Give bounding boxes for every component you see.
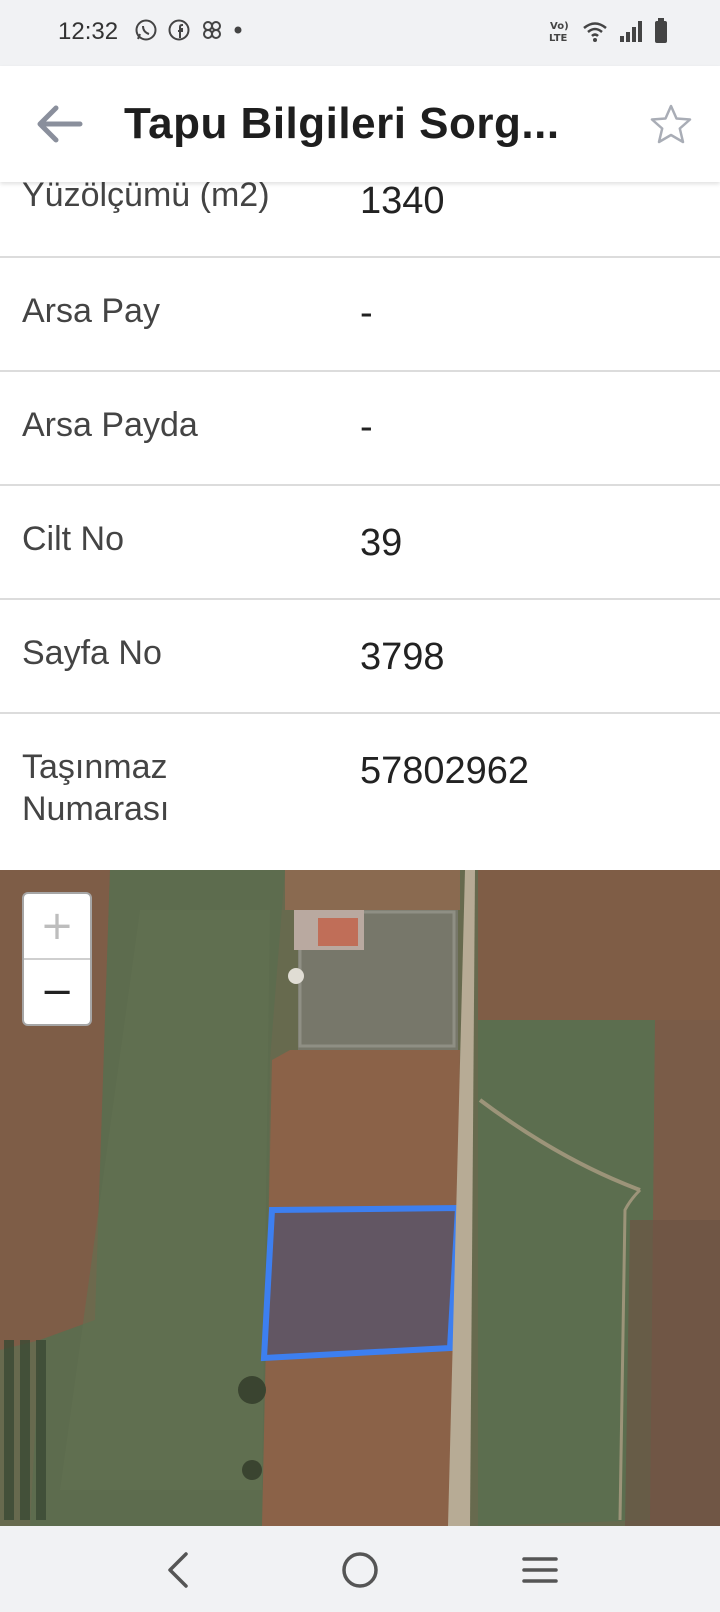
info-row-sayfa-no: Sayfa No 3798 xyxy=(0,600,720,714)
zoom-in-button[interactable]: + xyxy=(24,894,90,960)
status-bar: 12:32 Vo) LTE xyxy=(0,0,720,66)
info-label: Arsa Pay xyxy=(22,292,160,330)
battery-icon xyxy=(655,18,667,43)
pinwheel-icon xyxy=(203,21,221,39)
status-time: 12:32 xyxy=(58,18,119,45)
info-label: Sayfa No xyxy=(22,634,162,672)
info-value: 3798 xyxy=(360,636,445,678)
parcel-outline[interactable] xyxy=(260,1204,462,1362)
info-value: 39 xyxy=(360,522,403,564)
facebook-icon xyxy=(168,19,190,41)
whatsapp-icon xyxy=(135,19,157,41)
svg-text:LTE: LTE xyxy=(549,33,568,44)
info-label: Taşınmaz Numarası xyxy=(22,748,170,828)
svg-text:Vo): Vo) xyxy=(550,21,569,32)
info-row-arsa-payda: Arsa Payda - xyxy=(0,372,720,486)
recents-nav-icon[interactable] xyxy=(516,1546,564,1594)
info-value: 1340 xyxy=(360,180,445,222)
info-row-cilt-no: Cilt No 39 xyxy=(0,486,720,600)
info-row-tasinmaz-numarasi: Taşınmaz Numarası 57802962 xyxy=(0,714,720,868)
app-bar: Tapu Bilgileri Sorg... xyxy=(0,66,720,182)
page-title: Tapu Bilgileri Sorg... xyxy=(124,99,560,148)
zoom-control: + − xyxy=(22,892,92,1026)
zoom-out-button[interactable]: − xyxy=(24,960,90,1024)
notification-icons xyxy=(134,18,243,42)
map-view[interactable]: + − xyxy=(0,870,720,1526)
dot-icon xyxy=(234,26,242,34)
info-value: - xyxy=(360,406,373,448)
satellite-imagery xyxy=(0,870,720,1526)
info-row-arsa-pay: Arsa Pay - xyxy=(0,258,720,372)
info-value: 57802962 xyxy=(360,750,530,792)
orchard xyxy=(4,1340,46,1520)
home-nav-icon[interactable] xyxy=(336,1546,384,1594)
back-nav-icon[interactable] xyxy=(156,1546,204,1594)
info-label: Arsa Payda xyxy=(22,406,198,444)
back-arrow-icon[interactable] xyxy=(30,96,86,152)
star-icon[interactable] xyxy=(648,102,694,148)
volte-icon: Vo) LTE xyxy=(549,21,569,44)
wifi-icon xyxy=(583,22,607,42)
signal-icon xyxy=(620,21,642,42)
info-value: - xyxy=(360,292,373,334)
system-icons: Vo) LTE xyxy=(548,18,668,44)
navigation-bar xyxy=(0,1526,720,1612)
info-label: Cilt No xyxy=(22,520,125,558)
